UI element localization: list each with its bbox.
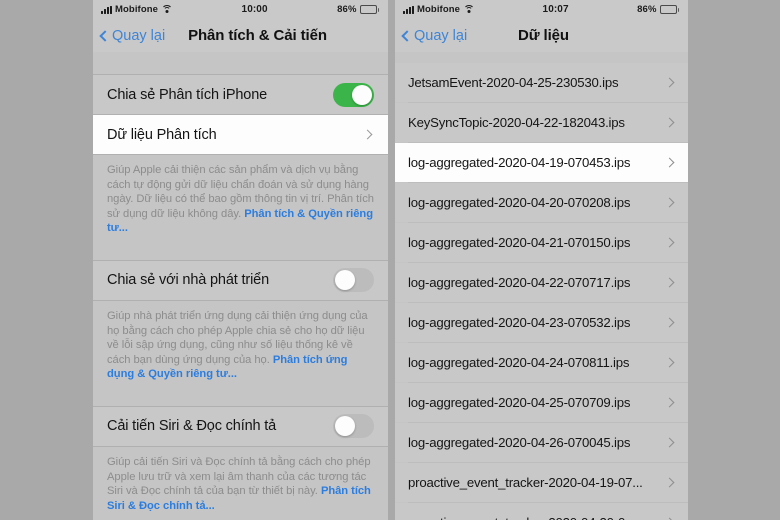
file-name-label: log-aggregated-2020-04-24-070811.ips bbox=[408, 355, 630, 370]
right-file-list-content: JetsamEvent-2020-04-25-230530.ips KeySync… bbox=[395, 52, 688, 520]
file-name-label: log-aggregated-2020-04-26-070045.ips bbox=[408, 435, 631, 450]
chevron-right-icon bbox=[664, 437, 675, 448]
setting-label: Chia sẻ với nhà phát triển bbox=[107, 272, 269, 289]
list-item[interactable]: proactive_event_tracker-2020-04-19-07... bbox=[395, 463, 688, 502]
toggle-share-with-developers[interactable] bbox=[333, 268, 374, 293]
section-gap bbox=[93, 245, 388, 260]
battery-percent-label: 86% bbox=[337, 4, 357, 15]
battery-icon bbox=[659, 5, 679, 14]
list-item[interactable]: JetsamEvent-2020-04-25-230530.ips bbox=[395, 63, 688, 102]
list-item[interactable]: log-aggregated-2020-04-20-070208.ips bbox=[395, 183, 688, 222]
chevron-right-icon bbox=[664, 397, 675, 408]
back-button-label: Quay lại bbox=[414, 27, 468, 44]
file-name-label: proactive_event_tracker-2020-04-19-07... bbox=[408, 475, 643, 490]
analytics-file-list: JetsamEvent-2020-04-25-230530.ips KeySync… bbox=[395, 63, 688, 520]
status-bar-right-group: 86% bbox=[337, 4, 379, 15]
back-button[interactable]: Quay lại bbox=[99, 27, 166, 44]
setting-row-analytics-data[interactable]: Dữ liệu Phân tích bbox=[93, 115, 388, 154]
file-name-label: log-aggregated-2020-04-23-070532.ips bbox=[408, 315, 631, 330]
battery-icon bbox=[359, 5, 379, 14]
status-bar-left-group: Mobifone bbox=[101, 4, 173, 15]
status-bar-clock: 10:07 bbox=[542, 4, 569, 15]
footnote-developers: Giúp nhà phát triển ứng dụng cải thiện ứ… bbox=[93, 300, 388, 392]
file-name-label: log-aggregated-2020-04-22-070717.ips bbox=[408, 275, 631, 290]
list-item[interactable]: proactive_event_tracker-2020-04-20-0... bbox=[395, 503, 688, 520]
list-item[interactable]: log-aggregated-2020-04-25-070709.ips bbox=[395, 383, 688, 422]
toggle-share-iphone-analytics[interactable] bbox=[333, 82, 374, 107]
list-item[interactable]: log-aggregated-2020-04-26-070045.ips bbox=[395, 423, 688, 462]
left-nav-bar: Quay lại Phân tích & Cải tiến bbox=[93, 19, 388, 52]
wifi-icon bbox=[463, 5, 475, 14]
chevron-right-icon bbox=[664, 277, 675, 288]
file-name-label: log-aggregated-2020-04-25-070709.ips bbox=[408, 395, 631, 410]
file-name-label: JetsamEvent-2020-04-25-230530.ips bbox=[408, 75, 619, 90]
status-bar-right-group: 86% bbox=[637, 4, 679, 15]
setting-label: Cải tiến Siri & Đọc chính tả bbox=[107, 418, 277, 435]
setting-row-share-iphone-analytics[interactable]: Chia sẻ Phân tích iPhone bbox=[93, 75, 388, 114]
list-top-gap bbox=[395, 52, 688, 63]
setting-row-share-with-developers[interactable]: Chia sẻ với nhà phát triển bbox=[93, 260, 388, 300]
battery-percent-label: 86% bbox=[637, 4, 657, 15]
wifi-icon bbox=[161, 5, 173, 14]
right-phone-screen: Mobifone 10:07 86% Quay lại Dữ liệu Jets… bbox=[395, 0, 688, 520]
file-name-label: KeySyncTopic-2020-04-22-182043.ips bbox=[408, 115, 625, 130]
carrier-label: Mobifone bbox=[115, 4, 159, 15]
list-item[interactable]: log-aggregated-2020-04-21-070150.ips bbox=[395, 223, 688, 262]
cellular-signal-icon bbox=[403, 5, 414, 14]
left-status-bar: Mobifone 10:00 86% bbox=[93, 0, 388, 19]
back-button-label: Quay lại bbox=[112, 27, 166, 44]
list-item[interactable]: log-aggregated-2020-04-23-070532.ips bbox=[395, 303, 688, 342]
toggle-improve-siri-dictation[interactable] bbox=[333, 414, 374, 439]
left-phone-screen: Mobifone 10:00 86% Quay lại Phân tích & … bbox=[93, 0, 388, 520]
file-name-label: log-aggregated-2020-04-20-070208.ips bbox=[408, 195, 631, 210]
chevron-right-icon bbox=[664, 117, 675, 128]
chevron-right-icon bbox=[664, 157, 675, 168]
section-gap bbox=[93, 52, 388, 74]
chevron-right-icon bbox=[664, 317, 675, 328]
right-nav-bar: Quay lại Dữ liệu bbox=[395, 19, 688, 52]
footnote-analytics: Giúp Apple cải thiện các sản phẩm và dịc… bbox=[93, 155, 388, 246]
list-item[interactable]: log-aggregated-2020-04-19-070453.ips bbox=[395, 143, 688, 182]
cellular-signal-icon bbox=[101, 5, 112, 14]
screenshot-stage: Mobifone 10:00 86% Quay lại Phân tích & … bbox=[0, 0, 780, 520]
chevron-right-icon bbox=[664, 77, 675, 88]
file-name-label: log-aggregated-2020-04-19-070453.ips bbox=[408, 155, 631, 170]
left-settings-content: Chia sẻ Phân tích iPhone Dữ liệu Phân tí… bbox=[93, 52, 388, 520]
setting-label: Dữ liệu Phân tích bbox=[107, 126, 217, 143]
chevron-right-icon bbox=[664, 477, 675, 488]
status-bar-left-group: Mobifone bbox=[403, 4, 475, 15]
list-item[interactable]: KeySyncTopic-2020-04-22-182043.ips bbox=[395, 103, 688, 142]
chevron-right-icon bbox=[362, 129, 373, 140]
file-name-label: log-aggregated-2020-04-21-070150.ips bbox=[408, 235, 631, 250]
footnote-siri: Giúp cải tiến Siri và Đọc chính tả bằng … bbox=[93, 446, 388, 520]
list-item[interactable]: log-aggregated-2020-04-22-070717.ips bbox=[395, 263, 688, 302]
chevron-right-icon bbox=[664, 357, 675, 368]
chevron-right-icon bbox=[664, 197, 675, 208]
status-bar-clock: 10:00 bbox=[241, 4, 268, 15]
file-name-label: proactive_event_tracker-2020-04-20-0... bbox=[408, 515, 666, 520]
chevron-right-icon bbox=[664, 237, 675, 248]
back-button[interactable]: Quay lại bbox=[401, 27, 468, 44]
right-status-bar: Mobifone 10:07 86% bbox=[395, 0, 688, 19]
chevron-left-icon bbox=[401, 29, 413, 42]
chevron-left-icon bbox=[99, 29, 111, 42]
list-item[interactable]: log-aggregated-2020-04-24-070811.ips bbox=[395, 343, 688, 382]
section-gap bbox=[93, 391, 388, 406]
carrier-label: Mobifone bbox=[417, 4, 461, 15]
setting-label: Chia sẻ Phân tích iPhone bbox=[107, 86, 268, 103]
setting-row-improve-siri-dictation[interactable]: Cải tiến Siri & Đọc chính tả bbox=[93, 406, 388, 446]
